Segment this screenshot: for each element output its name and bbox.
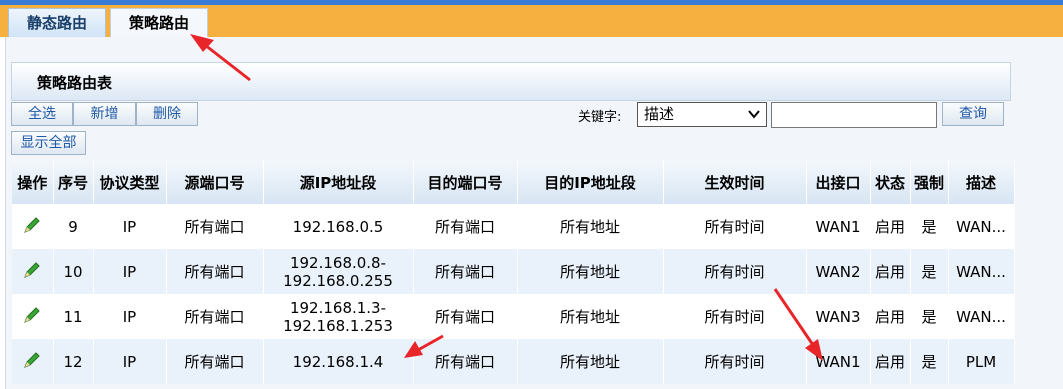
pencil-icon[interactable] <box>22 350 42 370</box>
src-ip-line: 192.168.0.255 <box>283 271 393 290</box>
status-cell: 启用 <box>870 204 911 249</box>
tab-policy-route[interactable]: 策略路由 <box>110 8 208 38</box>
add-button[interactable]: 新增 <box>73 102 136 126</box>
table-row: 11 IP 所有端口 192.168.1.3- 192.168.1.253 所有端… <box>12 294 1015 339</box>
column-header[interactable]: 源端口号 <box>166 160 264 204</box>
interface-cell: WAN2 <box>806 249 871 294</box>
pencil-icon[interactable] <box>22 215 42 235</box>
keyword-label: 关键字: <box>578 110 622 125</box>
column-header[interactable]: 序号 <box>53 160 94 204</box>
tab-static-route[interactable]: 静态路由 <box>8 8 106 38</box>
delete-button[interactable]: 删除 <box>136 102 198 126</box>
pencil-icon[interactable] <box>22 260 42 280</box>
dst-port-cell: 所有端口 <box>413 339 518 384</box>
dst-ip-cell: 所有地址 <box>517 339 664 384</box>
src-port-cell: 所有端口 <box>166 339 264 384</box>
force-cell: 是 <box>910 294 949 339</box>
column-header[interactable]: 状态 <box>870 160 911 204</box>
time-cell: 所有时间 <box>663 249 807 294</box>
edit-cell <box>12 339 54 384</box>
src-ip-cell: 192.168.0.8- 192.168.0.255 <box>263 249 414 294</box>
column-header[interactable]: 生效时间 <box>663 160 807 204</box>
desc-cell: WAN... <box>948 294 1015 339</box>
column-header[interactable]: 源IP地址段 <box>263 160 414 204</box>
protocol-cell: IP <box>93 294 167 339</box>
desc-cell: PLM <box>948 339 1015 384</box>
src-port-cell: 所有端口 <box>166 204 264 249</box>
column-header: 操作 <box>12 160 54 204</box>
keyword-select-value: 描述 <box>644 105 675 123</box>
table-header-row: 操作 序号 协议类型 源端口号 源IP地址段 目的端口号 目的IP地址段 生效时… <box>12 160 1015 204</box>
src-ip-line: 192.168.1.4 <box>292 352 384 371</box>
protocol-cell: IP <box>93 204 167 249</box>
src-ip-line: 192.168.1.253 <box>283 316 393 335</box>
src-ip-cell: 192.168.1.3- 192.168.1.253 <box>263 294 414 339</box>
dst-ip-cell: 所有地址 <box>517 204 664 249</box>
interface-cell: WAN1 <box>806 339 871 384</box>
column-header[interactable]: 目的端口号 <box>413 160 518 204</box>
status-cell: 启用 <box>870 339 911 384</box>
show-all-button[interactable]: 显示全部 <box>11 131 86 155</box>
table-row: 9 IP 所有端口 192.168.0.5 所有端口 所有地址 所有时间 WAN… <box>12 204 1015 249</box>
src-ip-line: 192.168.1.3- <box>289 298 387 317</box>
edit-cell <box>12 249 54 294</box>
src-port-cell: 所有端口 <box>166 249 264 294</box>
search-input[interactable] <box>771 102 937 128</box>
column-header[interactable]: 协议类型 <box>93 160 167 204</box>
src-ip-cell: 192.168.0.5 <box>263 204 414 249</box>
src-port-cell: 所有端口 <box>166 294 264 339</box>
pencil-icon[interactable] <box>22 305 42 325</box>
dst-port-cell: 所有端口 <box>413 249 518 294</box>
src-ip-cell: 192.168.1.4 <box>263 339 414 384</box>
force-cell: 是 <box>910 339 949 384</box>
dst-port-cell: 所有端口 <box>413 204 518 249</box>
column-header[interactable]: 出接口 <box>806 160 871 204</box>
edit-cell <box>12 294 54 339</box>
status-cell: 启用 <box>870 249 911 294</box>
protocol-cell: IP <box>93 249 167 294</box>
table-row: 12 IP 所有端口 192.168.1.4 所有端口 所有地址 所有时间 WA… <box>12 339 1015 384</box>
protocol-cell: IP <box>93 339 167 384</box>
time-cell: 所有时间 <box>663 294 807 339</box>
desc-cell: WAN... <box>948 204 1015 249</box>
dst-ip-cell: 所有地址 <box>517 294 664 339</box>
section-title: 策略路由表 <box>37 74 113 92</box>
search-button[interactable]: 查询 <box>942 102 1004 126</box>
section-header: 策略路由表 <box>11 62 1011 101</box>
tab-bar: 静态路由 策略路由 <box>0 5 1063 38</box>
status-cell: 启用 <box>870 294 911 339</box>
edit-cell <box>12 204 54 249</box>
seq-cell: 12 <box>53 339 94 384</box>
select-all-button[interactable]: 全选 <box>11 102 73 126</box>
interface-cell: WAN1 <box>806 204 871 249</box>
src-ip-line: 192.168.0.5 <box>292 217 384 236</box>
keyword-select[interactable]: 描述 <box>637 102 767 127</box>
table-row: 10 IP 所有端口 192.168.0.8- 192.168.0.255 所有端… <box>12 249 1015 294</box>
policy-route-table: 操作 序号 协议类型 源端口号 源IP地址段 目的端口号 目的IP地址段 生效时… <box>12 160 1015 384</box>
force-cell: 是 <box>910 249 949 294</box>
time-cell: 所有时间 <box>663 339 807 384</box>
force-cell: 是 <box>910 204 949 249</box>
src-ip-line: 192.168.0.8- <box>289 253 387 272</box>
time-cell: 所有时间 <box>663 204 807 249</box>
seq-cell: 10 <box>53 249 94 294</box>
column-header[interactable]: 目的IP地址段 <box>517 160 664 204</box>
column-header[interactable]: 描述 <box>948 160 1015 204</box>
seq-cell: 11 <box>53 294 94 339</box>
dst-port-cell: 所有端口 <box>413 294 518 339</box>
dst-ip-cell: 所有地址 <box>517 249 664 294</box>
interface-cell: WAN3 <box>806 294 871 339</box>
desc-cell: WAN... <box>948 249 1015 294</box>
seq-cell: 9 <box>53 204 94 249</box>
column-header[interactable]: 强制 <box>910 160 949 204</box>
chevron-down-icon <box>748 103 760 134</box>
